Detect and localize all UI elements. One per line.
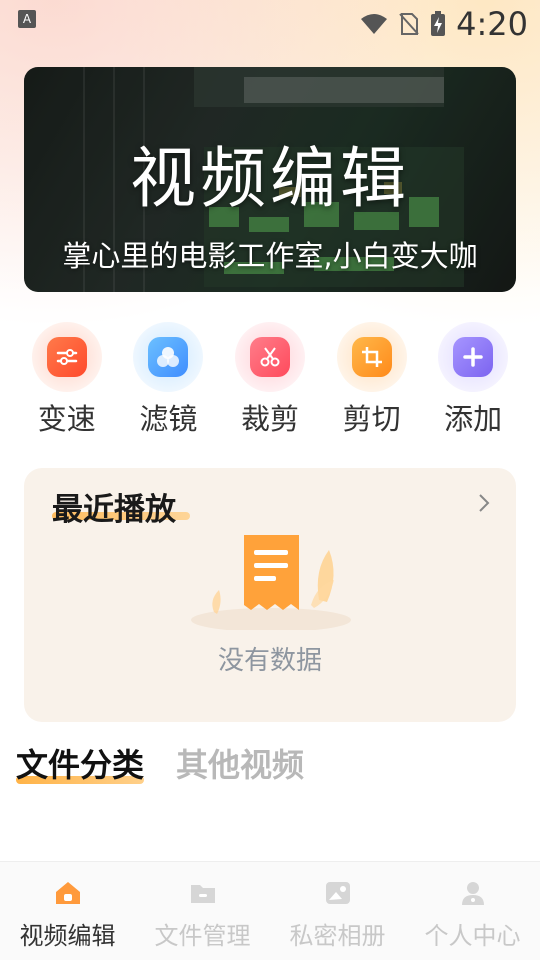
recent-title: 最近播放 — [52, 492, 176, 528]
user-icon — [461, 882, 484, 905]
hero-banner[interactable]: 视频编辑 掌心里的电影工作室,小白变大咖 — [24, 67, 516, 292]
tool-label: 添加 — [444, 402, 503, 436]
bottom-navigation: 视频编辑 文件管理 私密相册 个人中心 — [0, 861, 540, 960]
folder-icon — [190, 885, 215, 903]
tab-label: 文件分类 — [16, 746, 145, 784]
tab-label: 其他视频 — [176, 746, 305, 784]
plus-icon — [453, 337, 494, 377]
tool-row: 变速 滤镜 裁剪 剪切 添加 — [16, 322, 524, 438]
tool-speed[interactable]: 变速 — [16, 322, 118, 438]
empty-state-text: 没有数据 — [217, 646, 322, 676]
banner-subtitle: 掌心里的电影工作室,小白变大咖 — [62, 239, 478, 273]
category-tabs: 文件分类 其他视频 — [16, 740, 304, 786]
banner-title: 视频编辑 — [130, 140, 410, 217]
nav-video-edit[interactable]: 视频编辑 — [0, 862, 135, 960]
tab-other-videos[interactable]: 其他视频 — [176, 740, 304, 786]
tab-file-category[interactable]: 文件分类 — [16, 740, 145, 786]
tool-trim[interactable]: 裁剪 — [219, 322, 321, 438]
tool-label: 剪切 — [342, 402, 401, 436]
nav-label: 私密相册 — [289, 922, 386, 950]
battery-charging-icon — [431, 11, 446, 36]
nav-label: 个人中心 — [424, 922, 521, 950]
nav-file-manager[interactable]: 文件管理 — [135, 862, 270, 960]
nav-label: 视频编辑 — [19, 922, 116, 950]
tool-add[interactable]: 添加 — [422, 322, 524, 438]
photo-album-icon — [325, 882, 350, 904]
wifi-icon — [361, 14, 388, 34]
scissors-icon — [249, 337, 290, 377]
home-icon — [55, 882, 80, 904]
empty-document-icon — [191, 535, 351, 630]
recent-playback-card: 最近播放 没有数据 — [24, 468, 516, 722]
tool-label: 变速 — [37, 402, 96, 436]
tool-cut[interactable]: 剪切 — [321, 322, 423, 438]
nav-label: 文件管理 — [154, 922, 251, 950]
sliders-icon — [46, 337, 87, 377]
nav-private-album[interactable]: 私密相册 — [270, 862, 405, 960]
nav-profile[interactable]: 个人中心 — [405, 862, 540, 960]
app-notification-icon: A — [18, 10, 36, 28]
tool-filter[interactable]: 滤镜 — [118, 322, 220, 438]
status-bar: A 4:20 — [0, 0, 540, 48]
tool-label: 裁剪 — [240, 402, 299, 436]
filter-icon — [148, 337, 189, 377]
no-sim-icon — [399, 13, 419, 35]
tool-label: 滤镜 — [139, 402, 198, 436]
status-time: 4:20 — [456, 5, 528, 43]
chevron-right-icon[interactable] — [476, 492, 492, 514]
crop-icon — [351, 337, 392, 377]
